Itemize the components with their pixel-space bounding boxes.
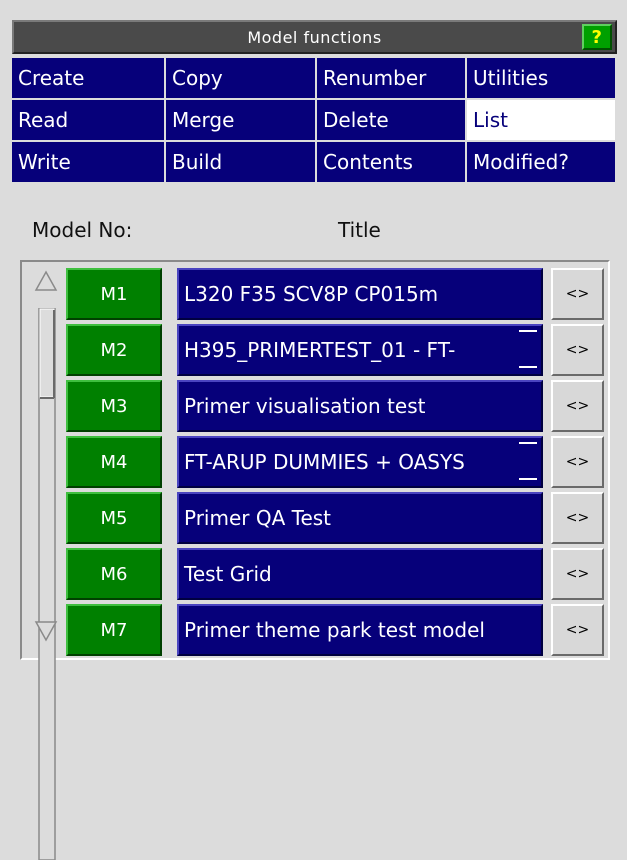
merge-button[interactable]: Merge: [166, 100, 317, 142]
model-title-text: FT-ARUP DUMMIES + OASYS: [184, 450, 465, 474]
expand-arrows-button[interactable]: <>: [551, 268, 604, 320]
expand-arrows-button[interactable]: <>: [551, 436, 604, 488]
list-item: M1 L320 F35 SCV8P CP015m <>: [44, 268, 609, 322]
model-title-text: H395_PRIMERTEST_01 - FT-: [184, 338, 456, 362]
model-id-button[interactable]: M6: [66, 548, 162, 600]
model-id-button[interactable]: M5: [66, 492, 162, 544]
model-title-text: Primer theme park test model: [184, 618, 485, 642]
model-title-text: Primer visualisation test: [184, 394, 426, 418]
function-menu: Create Copy Renumber Utilities Read Merg…: [12, 58, 617, 184]
model-id-button[interactable]: M1: [66, 268, 162, 320]
help-button[interactable]: ?: [582, 24, 612, 50]
model-title[interactable]: L320 F35 SCV8P CP015m: [177, 268, 543, 320]
list-item: M2 H395_PRIMERTEST_01 - FT- <>: [44, 324, 609, 378]
list-button[interactable]: List: [467, 100, 617, 142]
model-title-text: Primer QA Test: [184, 506, 332, 530]
expand-arrows-button[interactable]: <>: [551, 324, 604, 376]
truncation-marker: [519, 330, 537, 332]
list-item: M5 Primer QA Test <>: [44, 492, 609, 546]
model-title-text: L320 F35 SCV8P CP015m: [184, 282, 439, 306]
expand-arrows-button[interactable]: <>: [551, 548, 604, 600]
model-id-button[interactable]: M3: [66, 380, 162, 432]
list-item: M3 Primer visualisation test <>: [44, 380, 609, 434]
build-button[interactable]: Build: [166, 142, 317, 184]
model-title[interactable]: Primer visualisation test: [177, 380, 543, 432]
copy-button[interactable]: Copy: [166, 58, 317, 100]
delete-button[interactable]: Delete: [317, 100, 467, 142]
panel-title: Model functions: [247, 27, 382, 47]
truncation-marker: [519, 478, 537, 480]
list-item: M4 FT-ARUP DUMMIES + OASYS <>: [44, 436, 609, 490]
expand-arrows-button[interactable]: <>: [551, 380, 604, 432]
model-title[interactable]: Primer theme park test model: [177, 604, 543, 656]
list-item: M7 Primer theme park test model <>: [44, 604, 609, 658]
model-title[interactable]: H395_PRIMERTEST_01 - FT-: [177, 324, 543, 376]
expand-arrows-button[interactable]: <>: [551, 604, 604, 656]
write-button[interactable]: Write: [12, 142, 166, 184]
truncation-marker: [519, 442, 537, 444]
model-title[interactable]: FT-ARUP DUMMIES + OASYS: [177, 436, 543, 488]
model-id-button[interactable]: M7: [66, 604, 162, 656]
modified-button[interactable]: Modified?: [467, 142, 617, 184]
expand-arrows-button[interactable]: <>: [551, 492, 604, 544]
model-title[interactable]: Primer QA Test: [177, 492, 543, 544]
model-id-button[interactable]: M2: [66, 324, 162, 376]
contents-button[interactable]: Contents: [317, 142, 467, 184]
create-button[interactable]: Create: [12, 58, 166, 100]
read-button[interactable]: Read: [12, 100, 166, 142]
title-header: Title: [338, 218, 381, 242]
list-item: M6 Test Grid <>: [44, 548, 609, 602]
panel-title-bar: Model functions ?: [12, 20, 617, 54]
model-title[interactable]: Test Grid: [177, 548, 543, 600]
truncation-marker: [519, 366, 537, 368]
model-title-text: Test Grid: [184, 562, 272, 586]
model-no-header: Model No:: [32, 218, 133, 242]
utilities-button[interactable]: Utilities: [467, 58, 617, 100]
renumber-button[interactable]: Renumber: [317, 58, 467, 100]
model-id-button[interactable]: M4: [66, 436, 162, 488]
